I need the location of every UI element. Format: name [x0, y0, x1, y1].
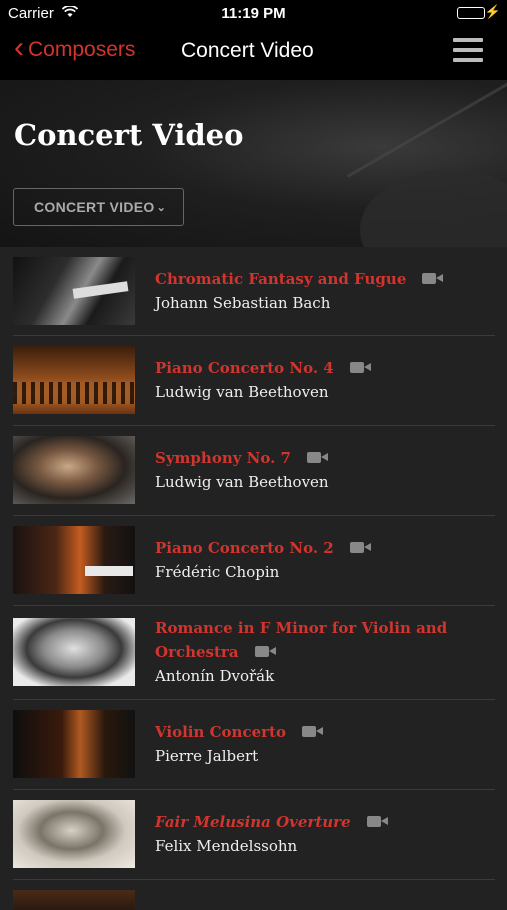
list-item[interactable]: Romance in F Minor for Violin and Orches…	[13, 606, 495, 700]
work-title: Piano Concerto No. 2	[155, 539, 334, 557]
work-title: Chromatic Fantasy and Fugue	[155, 270, 407, 288]
composer-name: Johann Sebastian Bach	[155, 294, 331, 312]
orchestra-photo-thumbnail	[13, 346, 135, 414]
composer-name: Antonín Dvořák	[155, 667, 275, 685]
mendelssohn-portrait-thumbnail	[13, 800, 135, 868]
list-item[interactable]: Piano Concerto No. 4 Ludwig van Beethove…	[13, 336, 495, 426]
video-camera-icon	[366, 816, 388, 827]
composer-name: Felix Mendelssohn	[155, 837, 298, 855]
navigation-bar: ‹ Composers Concert Video	[0, 26, 507, 80]
category-dropdown-label: CONCERT VIDEO	[34, 199, 155, 215]
work-title: Piano Concerto No. 4	[155, 359, 334, 377]
list-item[interactable]	[13, 880, 495, 910]
video-list: Chromatic Fantasy and Fugue Johann Sebas…	[0, 247, 507, 910]
work-title: Violin Concerto	[155, 723, 286, 741]
composer-name: Ludwig van Beethoven	[155, 383, 329, 401]
video-camera-icon	[422, 273, 444, 284]
beethoven-portrait-thumbnail	[13, 436, 135, 504]
video-camera-icon	[254, 646, 276, 657]
nav-title: Concert Video	[181, 39, 314, 62]
hero-banner: Concert Video CONCERT VIDEO ⌄	[0, 80, 507, 247]
status-bar: Carrier 11:19 PM ⚡	[0, 0, 507, 26]
back-button[interactable]: ‹ Composers	[14, 31, 136, 64]
hamburger-menu-icon[interactable]	[453, 38, 483, 64]
list-item[interactable]: Chromatic Fantasy and Fugue Johann Sebas…	[13, 247, 495, 336]
chevron-down-icon: ⌄	[156, 201, 167, 214]
battery-icon	[457, 7, 485, 19]
partial-thumbnail	[13, 890, 135, 910]
video-camera-icon	[349, 362, 371, 373]
violinist-photo-thumbnail	[13, 710, 135, 778]
list-item[interactable]: Piano Concerto No. 2 Frédéric Chopin	[13, 516, 495, 606]
work-title: Romance in F Minor for Violin and Orches…	[155, 619, 448, 661]
work-title: Symphony No. 7	[155, 449, 291, 467]
dvorak-portrait-thumbnail	[13, 618, 135, 686]
category-dropdown[interactable]: CONCERT VIDEO ⌄	[13, 188, 184, 226]
status-time: 11:19 PM	[221, 5, 286, 22]
chevron-left-icon: ‹	[14, 31, 24, 64]
list-item[interactable]: Violin Concerto Pierre Jalbert	[13, 700, 495, 790]
composer-name: Frédéric Chopin	[155, 563, 280, 581]
video-camera-icon	[307, 452, 328, 463]
work-title: Fair Melusina Overture	[155, 813, 351, 831]
pianist-photo-thumbnail	[13, 257, 135, 325]
composer-name: Pierre Jalbert	[155, 747, 259, 765]
charging-icon: ⚡	[484, 4, 501, 19]
list-item[interactable]: Fair Melusina Overture Felix Mendelssohn	[13, 790, 495, 880]
pianist-photo-thumbnail	[13, 526, 135, 594]
back-button-label: Composers	[28, 37, 136, 61]
composer-name: Ludwig van Beethoven	[155, 473, 329, 491]
video-camera-icon	[301, 726, 323, 737]
page-title: Concert Video	[14, 118, 244, 152]
list-item[interactable]: Symphony No. 7 Ludwig van Beethoven	[13, 426, 495, 516]
video-camera-icon	[349, 542, 371, 553]
